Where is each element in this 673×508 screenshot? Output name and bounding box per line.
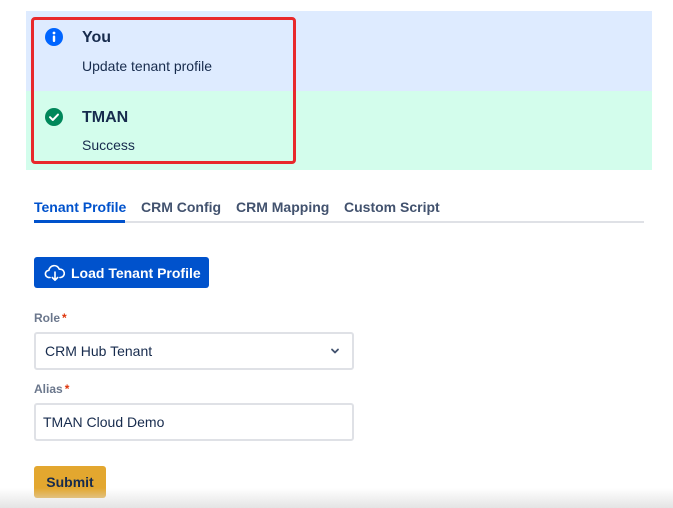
alias-input[interactable]: TMAN Cloud Demo [34, 403, 354, 441]
chevron-down-icon [331, 348, 339, 354]
load-tenant-profile-label: Load Tenant Profile [71, 264, 201, 281]
alias-label: Alias * [34, 382, 69, 396]
flag-info-title: You [82, 29, 112, 46]
active-tab-indicator [34, 220, 125, 223]
flag-info: You Update tenant profile [26, 11, 652, 91]
tab-tenant-profile[interactable]: Tenant Profile [34, 199, 126, 215]
required-mark: * [62, 311, 67, 325]
info-icon [45, 28, 63, 46]
submit-button[interactable]: Submit [34, 466, 106, 498]
tab-custom-script[interactable]: Custom Script [344, 199, 440, 215]
tab-bar: Tenant Profile CRM Config CRM Mapping Cu… [34, 199, 644, 223]
tab-crm-config[interactable]: CRM Config [141, 199, 221, 215]
cloud-download-icon [44, 264, 66, 281]
alias-label-text: Alias [34, 382, 63, 396]
load-tenant-profile-button[interactable]: Load Tenant Profile [34, 257, 209, 288]
role-label-text: Role [34, 311, 61, 325]
required-mark: * [64, 382, 70, 396]
role-label: Role * [34, 311, 67, 325]
flag-success-description: Success [82, 137, 135, 153]
check-circle-icon [45, 108, 63, 126]
tab-crm-mapping[interactable]: CRM Mapping [236, 199, 329, 215]
role-select[interactable]: CRM Hub Tenant [34, 332, 354, 370]
flag-success: TMAN Success [26, 91, 652, 170]
flag-success-title: TMAN [82, 109, 129, 126]
role-select-value: CRM Hub Tenant [45, 343, 153, 359]
flag-info-description: Update tenant profile [82, 58, 212, 74]
